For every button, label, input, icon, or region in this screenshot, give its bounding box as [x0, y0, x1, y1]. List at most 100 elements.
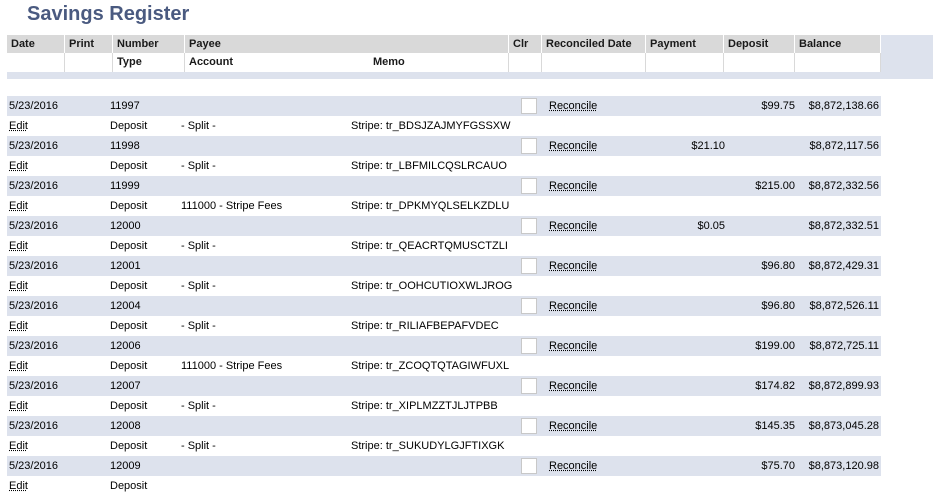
txn-date: 5/23/2016 — [9, 420, 58, 432]
edit-link[interactable]: Edit — [9, 356, 28, 376]
header-columns: Date Print Number Payee Clr Reconciled D… — [7, 35, 881, 72]
col-empty-7 — [795, 53, 881, 72]
txn-deposit: $96.80 — [761, 260, 795, 272]
edit-link[interactable]: Edit — [9, 116, 28, 136]
txn-balance: $8,872,138.66 — [808, 100, 879, 112]
reconcile-link[interactable]: Reconcile — [549, 176, 597, 196]
txn-date: 5/23/2016 — [9, 100, 58, 112]
txn-date: 5/23/2016 — [9, 220, 58, 232]
txn-deposit: $75.70 — [761, 460, 795, 472]
clear-checkbox[interactable] — [521, 138, 537, 154]
txn-number: 12000 — [110, 220, 141, 232]
txn-deposit: $174.82 — [755, 380, 795, 392]
txn-balance: $8,872,526.11 — [809, 300, 879, 312]
txn-type: Deposit — [110, 160, 148, 172]
transaction-row-secondary: Edit Deposit - Split - Stripe: tr_SUKUDYLGJ… — [7, 436, 881, 456]
transaction-row-primary: 5/23/2016 12001 Reconcile $96.80 $8,872,429.… — [7, 256, 881, 276]
clear-checkbox[interactable] — [521, 378, 537, 394]
txn-deposit: $99.75 — [761, 100, 795, 112]
txn-number: 12006 — [110, 340, 141, 352]
txn-balance: $8,872,332.56 — [808, 180, 879, 192]
clear-checkbox[interactable] — [521, 338, 537, 354]
clear-checkbox[interactable] — [521, 458, 537, 474]
reconcile-link[interactable]: Reconcile — [549, 336, 597, 356]
txn-date: 5/23/2016 — [9, 260, 58, 272]
transaction-row-primary: 5/23/2016 11997 Reconcile $99.75 $8,872,138.… — [7, 96, 881, 116]
col-print[interactable]: Print — [65, 35, 113, 53]
txn-number: 11997 — [110, 100, 140, 112]
reconcile-link[interactable]: Reconcile — [549, 136, 597, 156]
txn-memo: Stripe: tr_OOHCUTIOXWLJROG — [351, 280, 513, 292]
edit-link[interactable]: Edit — [9, 476, 28, 496]
txn-type: Deposit — [110, 480, 148, 492]
reconcile-link[interactable]: Reconcile — [549, 216, 597, 236]
txn-number: 12001 — [110, 260, 141, 272]
txn-balance: $8,872,332.51 — [808, 220, 879, 232]
col-payee[interactable]: Payee — [185, 35, 509, 53]
col-balance[interactable]: Balance — [795, 35, 881, 53]
transaction-row-secondary: Edit Deposit — [7, 476, 881, 496]
col-date[interactable]: Date — [7, 35, 65, 53]
transaction-list: 5/23/2016 11997 Reconcile $99.75 $8,872,138.… — [7, 96, 881, 496]
txn-type: Deposit — [110, 240, 148, 252]
reconcile-link[interactable]: Reconcile — [549, 416, 597, 436]
clear-checkbox[interactable] — [521, 98, 537, 114]
txn-memo: Stripe: tr_ZCOQTQTAGIWFUXL — [351, 360, 510, 372]
reconcile-link[interactable]: Reconcile — [549, 376, 597, 396]
txn-deposit: $215.00 — [755, 180, 795, 192]
transaction-row-secondary: Edit Deposit - Split - Stripe: tr_XIPLMZZTJ… — [7, 396, 881, 416]
txn-payment: $21.10 — [691, 140, 725, 152]
edit-link[interactable]: Edit — [9, 436, 28, 456]
col-number[interactable]: Number — [113, 35, 185, 53]
col-clr[interactable]: Clr — [509, 35, 542, 53]
col-memo[interactable]: Memo — [369, 53, 509, 72]
reconcile-link[interactable]: Reconcile — [549, 256, 597, 276]
col-type[interactable]: Type — [113, 53, 185, 72]
edit-link[interactable]: Edit — [9, 276, 28, 296]
reconcile-link[interactable]: Reconcile — [549, 456, 597, 476]
txn-number: 11999 — [110, 180, 140, 192]
col-empty-2 — [65, 53, 113, 72]
col-deposit[interactable]: Deposit — [724, 35, 795, 53]
txn-memo: Stripe: tr_RILIAFBEPAFVDEC — [351, 320, 499, 332]
transaction-row-secondary: Edit Deposit - Split - Stripe: tr_LBFMILCQS… — [7, 156, 881, 176]
clear-checkbox[interactable] — [521, 178, 537, 194]
txn-payment: $0.05 — [697, 220, 725, 232]
reconcile-link[interactable]: Reconcile — [549, 96, 597, 116]
clear-checkbox[interactable] — [521, 298, 537, 314]
transaction-row-secondary: Edit Deposit - Split - Stripe: tr_BDSJZAJMY… — [7, 116, 881, 136]
col-reconciled-date[interactable]: Reconciled Date — [542, 35, 646, 53]
txn-memo: Stripe: tr_SUKUDYLGJFTIXGK — [351, 440, 505, 452]
clear-checkbox[interactable] — [521, 218, 537, 234]
transaction-row-secondary: Edit Deposit 111000 - Stripe Fees Stripe: t… — [7, 196, 881, 216]
edit-link[interactable]: Edit — [9, 196, 28, 216]
txn-account: 111000 - Stripe Fees — [181, 360, 283, 372]
edit-link[interactable]: Edit — [9, 396, 28, 416]
txn-memo: Stripe: tr_BDSJZAJMYFGSSXW — [351, 120, 511, 132]
edit-link[interactable]: Edit — [9, 156, 28, 176]
col-empty-3 — [509, 53, 542, 72]
txn-account: - Split - — [181, 320, 216, 332]
transaction-row-secondary: Edit Deposit - Split - Stripe: tr_QEACRTQMU… — [7, 236, 881, 256]
txn-date: 5/23/2016 — [9, 300, 58, 312]
txn-number: 12008 — [110, 420, 141, 432]
txn-account: - Split - — [181, 400, 216, 412]
txn-account: 111000 - Stripe Fees — [181, 200, 283, 212]
txn-type: Deposit — [110, 400, 148, 412]
txn-account: - Split - — [181, 240, 216, 252]
txn-number: 11998 — [110, 140, 140, 152]
col-empty-5 — [646, 53, 724, 72]
col-payment[interactable]: Payment — [646, 35, 724, 53]
txn-balance: $8,872,899.93 — [808, 380, 879, 392]
transaction-row-primary: 5/23/2016 12009 Reconcile $75.70 $8,873,120.… — [7, 456, 881, 476]
txn-account: - Split - — [181, 160, 216, 172]
clear-checkbox[interactable] — [521, 418, 537, 434]
reconcile-link[interactable]: Reconcile — [549, 296, 597, 316]
col-account[interactable]: Account — [185, 53, 369, 72]
transaction-row-primary: 5/23/2016 12008 Reconcile $145.35 $8,873,045… — [7, 416, 881, 436]
txn-memo: Stripe: tr_XIPLMZZTJLJTPBB — [351, 400, 498, 412]
col-empty-4 — [542, 53, 646, 72]
edit-link[interactable]: Edit — [9, 316, 28, 336]
edit-link[interactable]: Edit — [9, 236, 28, 256]
clear-checkbox[interactable] — [521, 258, 537, 274]
